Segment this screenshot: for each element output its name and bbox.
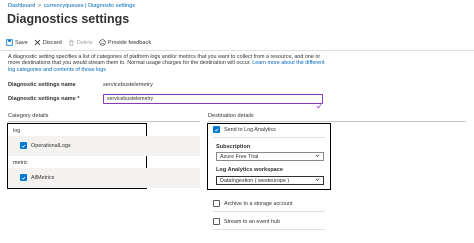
close-icon — [34, 39, 41, 46]
checkbox-unchecked-icon[interactable] — [213, 200, 220, 207]
destination-details-header: Destination details — [208, 113, 254, 119]
toolbar-divider — [0, 50, 474, 51]
settings-name-required-label: Diagnostic settings name * — [8, 96, 80, 102]
settings-name-label: Diagnostic settings name — [8, 82, 76, 88]
provide-feedback-button[interactable]: Provide feedback — [99, 39, 151, 46]
workspace-select[interactable]: DataIngestion ( westeurope ) — [216, 176, 324, 185]
log-category-label: log — [13, 128, 21, 134]
destination-divider — [208, 121, 466, 122]
checkbox-checked-icon[interactable] — [20, 174, 27, 181]
page-title: Diagnostics settings — [7, 12, 130, 26]
checkbox-checked-icon[interactable] — [20, 142, 27, 149]
archive-storage-label: Archive to a storage account — [224, 200, 293, 207]
smiley-icon — [99, 39, 106, 46]
send-to-log-analytics-option[interactable]: Send to Log Analytics — [213, 126, 276, 133]
feedback-label: Provide feedback — [107, 39, 152, 46]
log-analytics-divider — [213, 137, 325, 138]
archive-storage-option[interactable]: Archive to a storage account — [213, 200, 292, 207]
save-button[interactable]: Save — [6, 39, 28, 46]
discard-label: Discard — [42, 39, 62, 46]
category-details-header: Category details — [8, 113, 49, 119]
discard-button[interactable]: Discard — [34, 39, 62, 46]
delete-label: Delete — [76, 39, 93, 46]
chevron-down-icon — [315, 177, 320, 184]
breadcrumb-separator: > — [36, 3, 43, 9]
subscription-select[interactable]: Azure Free Trial — [216, 152, 324, 161]
settings-name-input[interactable]: servicebustelemetry — [103, 94, 323, 104]
operational-logs-option[interactable]: OperationalLogs — [20, 142, 71, 149]
event-hub-divider — [213, 229, 325, 230]
checkbox-checked-icon[interactable] — [213, 126, 220, 133]
description: A diagnostic setting specifies a list of… — [8, 54, 333, 73]
all-metrics-label: AllMetrics — [31, 174, 55, 181]
operational-logs-label: OperationalLogs — [31, 142, 71, 149]
breadcrumb-link-resource[interactable]: currencyqueues | Diagnostic settings — [44, 3, 135, 9]
settings-name-input-value: servicebustelemetry — [107, 96, 154, 102]
all-metrics-option[interactable]: AllMetrics — [20, 174, 54, 181]
breadcrumb: Dashboard > currencyqueues | Diagnostic … — [8, 3, 135, 9]
checkbox-unchecked-icon[interactable] — [213, 218, 220, 225]
send-to-log-analytics-label: Send to Log Analytics — [224, 126, 276, 133]
valid-check-icon — [316, 96, 322, 109]
archive-divider — [213, 211, 325, 212]
workspace-label: Log Analytics workspace — [216, 167, 283, 173]
workspace-value: DataIngestion ( westeurope ) — [220, 177, 290, 184]
save-icon — [6, 39, 13, 46]
stream-event-hub-option[interactable]: Stream to an event hub — [213, 218, 280, 225]
subscription-value: Azure Free Trial — [220, 153, 259, 160]
metric-category-label: metric — [13, 160, 28, 166]
subscription-label: Subscription — [216, 144, 251, 150]
breadcrumb-link-dashboard[interactable]: Dashboard — [8, 3, 35, 9]
settings-name-value: servicebustelemetry — [103, 82, 153, 88]
category-divider — [8, 121, 200, 122]
trash-icon — [68, 39, 75, 46]
toolbar: Save Discard Delete Provide feedback — [6, 38, 151, 47]
delete-button[interactable]: Delete — [68, 39, 93, 46]
stream-event-hub-label: Stream to an event hub — [224, 218, 281, 225]
chevron-down-icon — [315, 153, 320, 160]
save-label: Save — [15, 39, 28, 46]
